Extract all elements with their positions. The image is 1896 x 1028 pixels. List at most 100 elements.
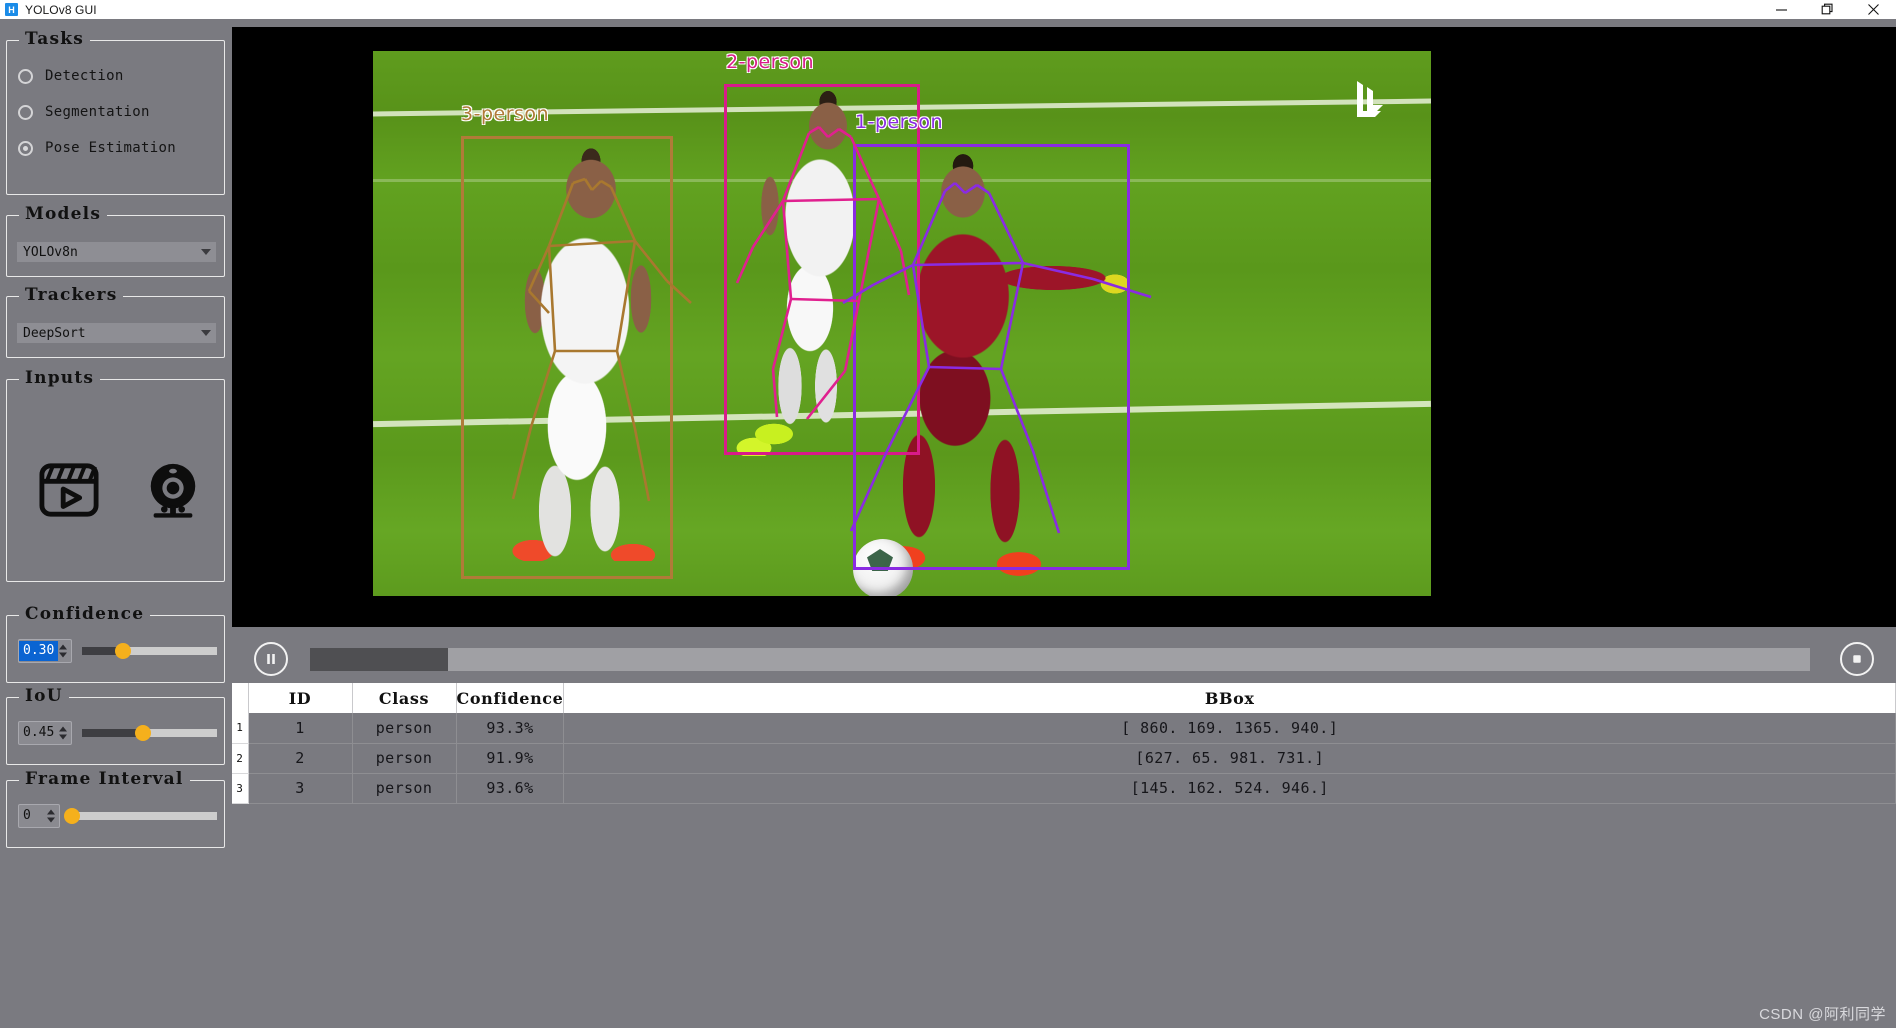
- content-area: 3-person 2-person 1-person ID Class Conf…: [232, 19, 1896, 1028]
- cell-confidence[interactable]: 91.9%: [456, 743, 565, 774]
- confidence-value[interactable]: 0.30: [19, 641, 59, 661]
- video-progress-bar[interactable]: [310, 647, 1810, 671]
- frame-interval-slider-knob[interactable]: [64, 808, 80, 824]
- confidence-stepper-icons[interactable]: [59, 644, 67, 658]
- radio-detection[interactable]: Detection: [18, 68, 124, 84]
- confidence-group-title: Confidence: [19, 604, 151, 624]
- iou-group: IoU 0.45: [6, 686, 225, 765]
- column-header-id[interactable]: ID: [248, 683, 353, 713]
- video-frame: 3-person 2-person 1-person: [373, 51, 1431, 596]
- column-header-confidence[interactable]: Confidence: [456, 683, 565, 713]
- frame-interval-value[interactable]: 0: [19, 806, 35, 826]
- confidence-slider-knob[interactable]: [114, 643, 131, 659]
- cell-confidence[interactable]: 93.3%: [456, 713, 565, 744]
- frame-interval-stepper-icons[interactable]: [47, 809, 55, 823]
- detection-label-1: 1-person: [855, 111, 944, 133]
- maximize-button[interactable]: [1804, 0, 1850, 19]
- table-row[interactable]: 3 3 person 93.6% [145. 162. 524. 946.]: [232, 773, 1896, 804]
- tasks-group: Tasks Detection Segmentation Pose Estima…: [6, 29, 225, 195]
- csdn-watermark: CSDN @阿利同学: [1759, 1006, 1886, 1023]
- pause-button[interactable]: [254, 642, 288, 676]
- confidence-spinbox[interactable]: 0.30: [18, 639, 72, 663]
- radio-segmentation-label: Segmentation: [45, 104, 150, 120]
- table-row[interactable]: 2 2 person 91.9% [627. 65. 981. 731.]: [232, 743, 1896, 774]
- iou-slider[interactable]: [82, 723, 217, 743]
- video-watermark-logo: [1349, 77, 1391, 123]
- cell-id[interactable]: 3: [248, 773, 353, 804]
- models-select-value: YOLOv8n: [23, 244, 78, 260]
- row-number: 2: [232, 743, 249, 774]
- iou-spinbox[interactable]: 0.45: [18, 721, 72, 745]
- models-group-title: Models: [19, 204, 108, 224]
- cell-id[interactable]: 1: [248, 713, 353, 744]
- trackers-group-title: Trackers: [19, 285, 124, 305]
- video-file-icon[interactable]: [35, 456, 103, 524]
- cell-bbox[interactable]: [145. 162. 524. 946.]: [563, 773, 1896, 804]
- cell-class[interactable]: person: [352, 773, 457, 804]
- trackers-group: Trackers DeepSort: [6, 285, 225, 358]
- detection-label-3: 3-person: [461, 103, 550, 125]
- column-header-class[interactable]: Class: [352, 683, 457, 713]
- video-panel: 3-person 2-person 1-person: [232, 27, 1896, 627]
- radio-pose-estimation[interactable]: Pose Estimation: [18, 140, 176, 156]
- frame-interval-group: Frame Interval 0: [6, 769, 225, 848]
- column-header-bbox[interactable]: BBox: [563, 683, 1896, 713]
- stop-button[interactable]: [1840, 642, 1874, 676]
- results-table: ID Class Confidence BBox 1 1 person 93.3…: [232, 683, 1896, 804]
- frame-interval-slider-track[interactable]: [72, 812, 217, 820]
- radio-segmentation-mark[interactable]: [18, 104, 33, 120]
- trackers-select[interactable]: DeepSort: [17, 323, 216, 343]
- close-button[interactable]: [1850, 0, 1896, 19]
- radio-pose-estimation-label: Pose Estimation: [45, 140, 176, 156]
- player-controls: [232, 635, 1896, 683]
- video-progress-fill: [310, 647, 448, 671]
- window-controls: [1758, 0, 1896, 19]
- radio-pose-estimation-mark[interactable]: [18, 140, 33, 156]
- webcam-icon[interactable]: [139, 456, 207, 524]
- detection-label-2: 2-person: [726, 51, 815, 73]
- models-select[interactable]: YOLOv8n: [17, 242, 216, 262]
- title-bar: H YOLOv8 GUI: [0, 0, 1896, 19]
- app-body: Tasks Detection Segmentation Pose Estima…: [0, 19, 1896, 1028]
- minimize-button[interactable]: [1758, 0, 1804, 19]
- window-title: YOLOv8 GUI: [25, 2, 97, 17]
- cell-id[interactable]: 2: [248, 743, 353, 774]
- frame-interval-spinbox[interactable]: 0: [18, 804, 60, 828]
- inputs-group: Inputs: [6, 368, 225, 582]
- iou-group-title: IoU: [19, 686, 69, 706]
- table-row[interactable]: 1 1 person 93.3% [ 860. 169. 1365. 940.]: [232, 713, 1896, 744]
- confidence-group: Confidence 0.30: [6, 604, 225, 683]
- cell-confidence[interactable]: 93.6%: [456, 773, 565, 804]
- radio-segmentation[interactable]: Segmentation: [18, 104, 150, 120]
- tasks-group-title: Tasks: [19, 29, 90, 49]
- cell-class[interactable]: person: [352, 713, 457, 744]
- confidence-slider[interactable]: [82, 641, 217, 661]
- iou-slider-fill: [82, 729, 143, 737]
- chevron-down-icon: [201, 330, 211, 336]
- radio-detection-mark[interactable]: [18, 68, 33, 84]
- inputs-group-title: Inputs: [19, 368, 101, 388]
- iou-value[interactable]: 0.45: [19, 723, 58, 743]
- stop-icon: [1853, 655, 1861, 663]
- iou-stepper-icons[interactable]: [59, 726, 67, 740]
- results-table-wrapper: ID Class Confidence BBox 1 1 person 93.3…: [232, 683, 1896, 1028]
- models-group: Models YOLOv8n: [6, 204, 225, 277]
- detection-box-1: [853, 144, 1130, 570]
- frame-interval-group-title: Frame Interval: [19, 769, 190, 789]
- table-corner-cell: [232, 683, 249, 713]
- app-icon: H: [5, 3, 18, 16]
- chevron-down-icon: [201, 249, 211, 255]
- iou-slider-knob[interactable]: [134, 725, 151, 741]
- radio-detection-label: Detection: [45, 68, 124, 84]
- table-header-row: ID Class Confidence BBox: [232, 683, 1896, 713]
- row-number: 3: [232, 773, 249, 804]
- cell-bbox[interactable]: [ 860. 169. 1365. 940.]: [563, 713, 1896, 744]
- cell-bbox[interactable]: [627. 65. 981. 731.]: [563, 743, 1896, 774]
- cell-class[interactable]: person: [352, 743, 457, 774]
- detection-box-3: [461, 136, 673, 579]
- table-body: 1 1 person 93.3% [ 860. 169. 1365. 940.]…: [232, 713, 1896, 804]
- trackers-select-value: DeepSort: [23, 325, 86, 341]
- sidebar: Tasks Detection Segmentation Pose Estima…: [0, 19, 232, 1028]
- row-number: 1: [232, 713, 249, 744]
- frame-interval-slider[interactable]: [64, 806, 217, 826]
